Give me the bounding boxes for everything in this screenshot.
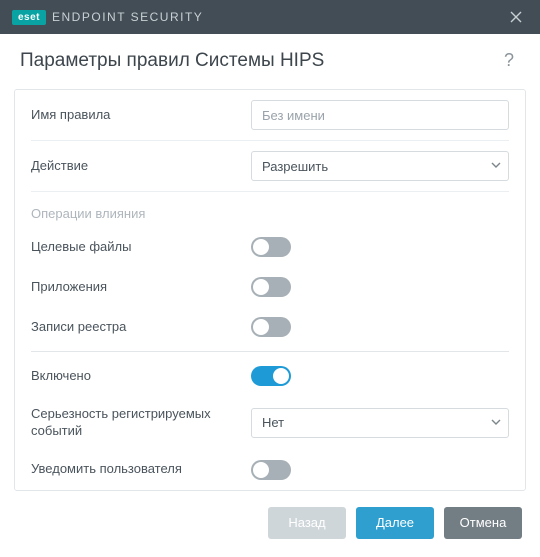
brand-logo: eset ENDPOINT SECURITY <box>12 10 203 25</box>
brand-badge: eset <box>12 10 46 25</box>
target-files-toggle[interactable] <box>251 237 291 257</box>
help-button[interactable]: ? <box>498 48 520 73</box>
operations-section-label: Операции влияния <box>15 192 525 227</box>
action-select-value: Разрешить <box>262 159 328 174</box>
brand-text: ENDPOINT SECURITY <box>52 10 203 24</box>
row-enabled: Включено <box>15 356 525 396</box>
close-button[interactable] <box>502 3 530 31</box>
row-rule-name: Имя правила <box>15 90 525 140</box>
rule-name-input[interactable] <box>251 100 509 130</box>
row-target-files: Целевые файлы <box>15 227 525 267</box>
registry-entries-label: Записи реестра <box>31 319 251 336</box>
enabled-label: Включено <box>31 368 251 385</box>
action-select[interactable]: Разрешить <box>251 151 509 181</box>
applications-label: Приложения <box>31 279 251 296</box>
footer: Назад Далее Отмена <box>0 491 540 557</box>
help-icon: ? <box>504 50 514 70</box>
row-registry-entries: Записи реестра <box>15 307 525 347</box>
severity-label: Серьезность регистрируемых событий <box>31 406 251 440</box>
titlebar: eset ENDPOINT SECURITY <box>0 0 540 34</box>
rule-name-label: Имя правила <box>31 107 251 124</box>
close-icon <box>510 11 522 23</box>
action-label: Действие <box>31 158 251 175</box>
row-action: Действие Разрешить <box>15 141 525 191</box>
applications-toggle[interactable] <box>251 277 291 297</box>
next-button[interactable]: Далее <box>356 507 434 539</box>
target-files-label: Целевые файлы <box>31 239 251 256</box>
row-severity: Серьезность регистрируемых событий Нет <box>15 396 525 450</box>
notify-user-toggle[interactable] <box>251 460 291 480</box>
divider <box>31 351 509 352</box>
form-panel: Имя правила Действие Разрешить Операции … <box>14 89 526 491</box>
row-applications: Приложения <box>15 267 525 307</box>
severity-select[interactable]: Нет <box>251 408 509 438</box>
row-notify-user: Уведомить пользователя <box>15 450 525 490</box>
severity-select-value: Нет <box>262 415 284 430</box>
registry-entries-toggle[interactable] <box>251 317 291 337</box>
header: Параметры правил Системы HIPS ? <box>0 34 540 89</box>
back-button: Назад <box>268 507 346 539</box>
notify-user-label: Уведомить пользователя <box>31 461 251 478</box>
page-title: Параметры правил Системы HIPS <box>20 50 324 72</box>
cancel-button[interactable]: Отмена <box>444 507 522 539</box>
enabled-toggle[interactable] <box>251 366 291 386</box>
